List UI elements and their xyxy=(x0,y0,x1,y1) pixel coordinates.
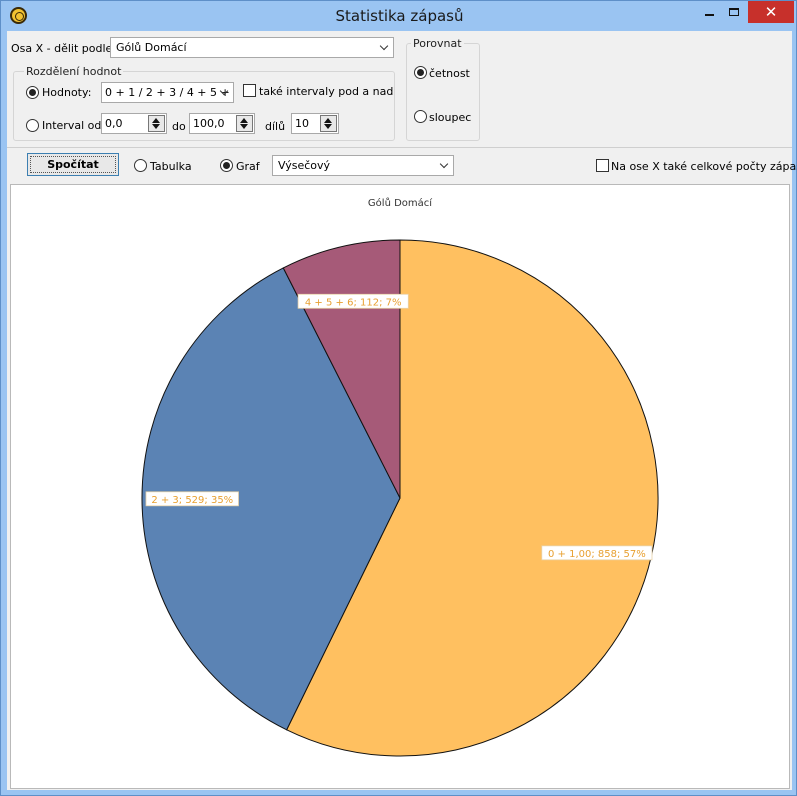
graf-label: Graf xyxy=(236,160,260,173)
spinner-arrows-icon[interactable] xyxy=(236,115,253,132)
celkove-label: Na ose X také celkové počty zápasů xyxy=(611,160,797,173)
chart-area: Gólů Domácí 0 + 1,00; 858; 57% 2 + 3; 529;… xyxy=(10,184,790,789)
window-title: Statistika zápasů xyxy=(335,7,464,25)
cetnost-radio[interactable] xyxy=(414,66,427,79)
osa-x-select-value: Gólů Domácí xyxy=(116,41,187,54)
interval-to-spinner[interactable]: 100,0 xyxy=(189,113,255,134)
graf-radio[interactable] xyxy=(220,159,233,172)
dilu-spinner[interactable]: 10 xyxy=(291,113,339,134)
close-icon: ✕ xyxy=(764,3,778,21)
hodnoty-select[interactable]: 0 + 1 / 2 + 3 / 4 + 5 + xyxy=(101,82,234,103)
celkove-checkbox[interactable] xyxy=(596,159,609,172)
chart-title: Gólů Domácí xyxy=(368,197,433,209)
client-area: Osa X - dělit podle Gólů Domácí Rozdělen… xyxy=(7,31,797,790)
graf-type-select[interactable]: Výsečový xyxy=(272,155,454,176)
osa-x-select[interactable]: Gólů Domácí xyxy=(110,37,394,58)
slice-label: 2 + 3; 529; 35% xyxy=(151,495,233,506)
separator xyxy=(7,147,792,148)
chevron-down-icon[interactable] xyxy=(437,156,450,175)
graf-type-select-value: Výsečový xyxy=(278,159,331,172)
slice-label: 0 + 1,00; 858; 57% xyxy=(548,549,646,560)
maximize-button[interactable] xyxy=(721,1,747,23)
interval-to-value: 100,0 xyxy=(193,117,225,130)
close-button[interactable]: ✕ xyxy=(748,1,794,23)
hodnoty-radio[interactable] xyxy=(26,86,39,99)
dilu-value: 10 xyxy=(295,117,309,130)
slice-label: 4 + 5 + 6; 112; 7% xyxy=(305,297,402,308)
app-window: Statistika zápasů ✕ Osa X - dělit podle … xyxy=(0,0,797,796)
sloupec-radio[interactable] xyxy=(414,110,427,123)
sloupec-label: sloupec xyxy=(429,111,472,124)
dilu-label: dílů xyxy=(265,120,286,133)
interval-od-label: Interval od xyxy=(42,119,102,132)
hodnoty-select-value: 0 + 1 / 2 + 3 / 4 + 5 + xyxy=(105,86,230,99)
minimize-button[interactable] xyxy=(695,1,723,23)
interval-from-value: 0,0 xyxy=(105,117,123,130)
interval-radio[interactable] xyxy=(26,119,39,132)
intervaly-label: také intervaly pod a nad xyxy=(259,85,394,98)
spocitat-button[interactable]: Spočítat xyxy=(27,153,119,176)
spinner-arrows-icon[interactable] xyxy=(320,115,337,132)
do-label: do xyxy=(172,120,186,133)
chevron-down-icon[interactable] xyxy=(377,38,390,57)
pie-chart: Gólů Domácí 0 + 1,00; 858; 57% 2 + 3; 529;… xyxy=(141,197,659,757)
title-bar[interactable]: Statistika zápasů ✕ xyxy=(1,1,796,31)
porovnat-group-title: Porovnat xyxy=(411,37,464,50)
interval-from-spinner[interactable]: 0,0 xyxy=(101,113,167,134)
maximize-icon xyxy=(729,8,739,16)
osa-x-label: Osa X - dělit podle xyxy=(11,42,113,55)
intervaly-checkbox[interactable] xyxy=(243,84,256,97)
spinner-arrows-icon[interactable] xyxy=(148,115,165,132)
rozdeleni-group-title: Rozdělení hodnot xyxy=(24,65,124,78)
minimize-icon xyxy=(704,14,714,16)
tabulka-label: Tabulka xyxy=(150,160,192,173)
hodnoty-label: Hodnoty: xyxy=(42,86,92,99)
cetnost-label: četnost xyxy=(429,67,470,80)
chevron-down-icon[interactable] xyxy=(217,83,230,102)
tabulka-radio[interactable] xyxy=(134,159,147,172)
porovnat-group: Porovnat xyxy=(406,37,480,141)
